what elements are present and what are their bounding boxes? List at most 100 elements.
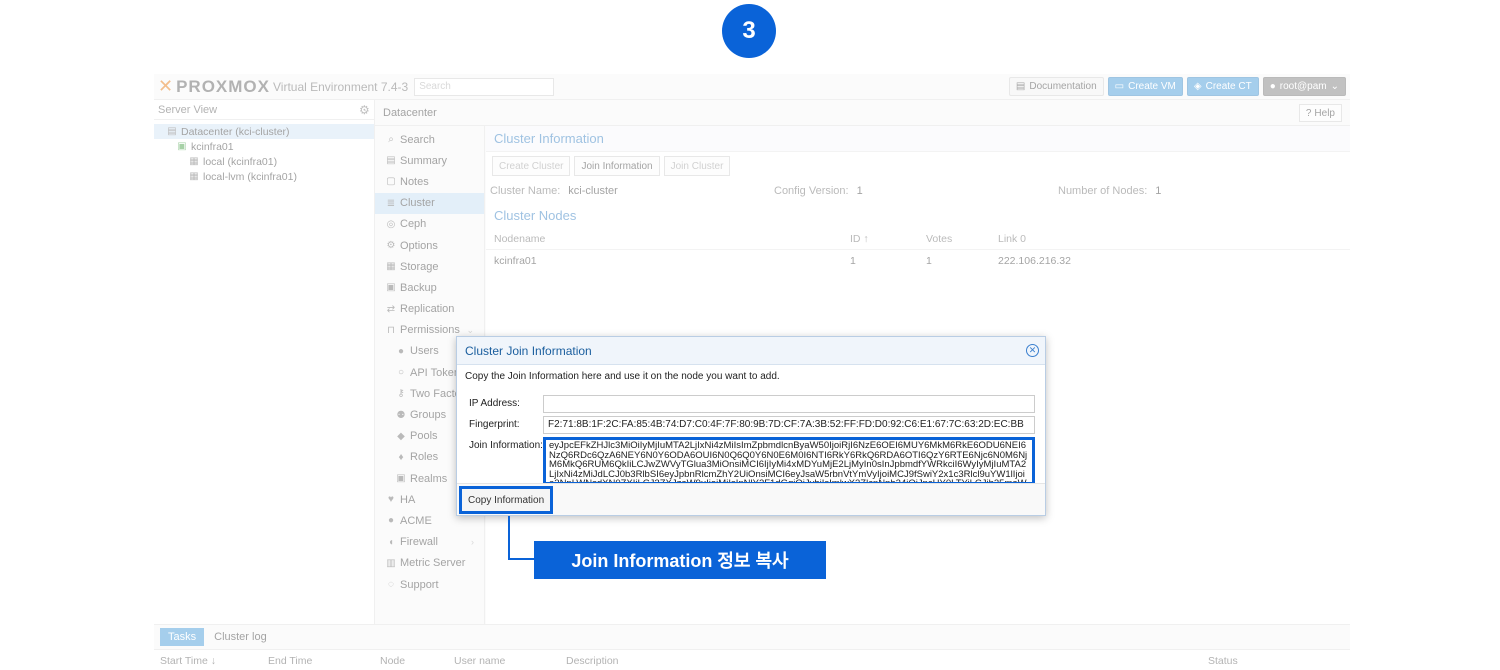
address-book-icon: ▣	[396, 473, 406, 485]
create-cluster-button[interactable]: Create Cluster	[492, 156, 571, 176]
col-id[interactable]: ID ↑	[850, 233, 869, 245]
col-start-time[interactable]: Start Time ↓	[160, 655, 216, 667]
heartbeat-icon: ♥	[388, 494, 394, 506]
menu-item-ceph[interactable]: ◎ Ceph	[375, 214, 484, 235]
gear-icon[interactable]: ⚙	[359, 103, 370, 117]
tree-item-storage-lvm[interactable]: ▦ local-lvm (kcinfra01)	[154, 169, 374, 184]
task-grid-header: Start Time ↓ End Time Node User name Des…	[154, 649, 1350, 670]
menu-item-metric-server[interactable]: ▥ Metric Server	[375, 553, 484, 574]
callout-label: Join Information 정보 복사	[534, 541, 826, 579]
join-info-dialog: Cluster Join Information ✕ Copy the Join…	[456, 336, 1046, 516]
dialog-title: Cluster Join Information ✕	[457, 337, 1045, 365]
config-version-label: Config Version:	[774, 185, 849, 197]
cluster-name-value: kci-cluster	[568, 185, 618, 197]
users-icon: ⚉	[396, 409, 406, 421]
tree-item-node[interactable]: ▣ kcinfra01	[154, 139, 374, 154]
cluster-info-title: Cluster Information	[486, 126, 1350, 152]
cube-icon: ◈	[1193, 81, 1202, 92]
comments-icon: ◌	[388, 579, 394, 591]
tree-item-storage-local[interactable]: ▦ local (kcinfra01)	[154, 154, 374, 169]
create-vm-button[interactable]: ▭ Create VM	[1107, 77, 1183, 96]
ceph-icon: ◎	[386, 218, 396, 230]
server-icon: ≣	[386, 197, 396, 209]
notes-icon: ▢	[386, 176, 396, 188]
certificate-icon: ●	[387, 515, 395, 527]
menu-item-cluster[interactable]: ≣ Cluster	[375, 192, 484, 214]
key-icon: ⚷	[397, 388, 405, 400]
node-count-label: Number of Nodes:	[1058, 185, 1148, 197]
chevron-down-icon: ⌄	[466, 324, 474, 335]
menu-item-notes[interactable]: ▢ Notes	[375, 171, 484, 192]
help-button[interactable]: ? Help	[1298, 104, 1342, 122]
create-ct-button[interactable]: ◈ Create CT	[1186, 77, 1259, 96]
table-row[interactable]: kcinfra01 1 1 222.106.216.32	[486, 250, 1350, 272]
dialog-description: Copy the Join Information here and use i…	[465, 371, 780, 382]
col-votes[interactable]: Votes	[926, 233, 952, 245]
node-icon: ▣	[177, 141, 187, 152]
join-information-label: Join Information:	[469, 440, 543, 451]
step-badge: 3	[722, 4, 776, 58]
dialog-footer: Copy Information	[457, 483, 1045, 515]
tab-cluster-log[interactable]: Cluster log	[214, 631, 267, 643]
menu-item-storage[interactable]: ▦ Storage	[375, 256, 484, 277]
menu-item-backup[interactable]: ▣ Backup	[375, 277, 484, 298]
tree-item-datacenter[interactable]: ▤ Datacenter (kci-cluster)	[154, 124, 374, 139]
fingerprint-field[interactable]: F2:71:8B:1F:2C:FA:85:4B:74:D7:C0:4F:7F:8…	[543, 416, 1035, 434]
task-panel: Tasks Cluster log Start Time ↓ End Time …	[154, 624, 1350, 670]
cluster-info-row: Cluster Name: kci-cluster Config Version:…	[486, 180, 1350, 202]
proxmox-x-icon: ✕	[158, 76, 174, 96]
monitor-icon: ▭	[1114, 81, 1125, 92]
page-title: Datacenter	[383, 106, 437, 119]
menu-item-search[interactable]: ⌕ Search	[375, 129, 484, 150]
copy-information-button[interactable]: Copy Information	[459, 486, 554, 514]
ip-address-field[interactable]	[543, 395, 1035, 413]
join-information-textarea[interactable]: eyJpcEFkZHJlc3MiOiIyMjIuMTA2LjIxNi4zMiIs…	[543, 437, 1035, 485]
search-icon: ⌕	[388, 134, 394, 146]
chevron-down-icon: ⌄	[1330, 81, 1339, 92]
col-link0[interactable]: Link 0	[998, 233, 1026, 245]
fingerprint-label: Fingerprint:	[469, 419, 520, 430]
node-count-value: 1	[1155, 185, 1162, 197]
chevron-right-icon: ›	[471, 537, 474, 548]
user-icon: ●	[1269, 81, 1276, 92]
menu-item-summary[interactable]: ▤ Summary	[375, 150, 484, 171]
close-icon[interactable]: ✕	[1026, 344, 1039, 357]
join-cluster-button[interactable]: Join Cluster	[663, 156, 731, 176]
join-information-button[interactable]: Join Information	[574, 156, 660, 176]
col-user[interactable]: User name	[454, 655, 505, 667]
cluster-toolbar: Create Cluster Join Information Join Clu…	[486, 152, 1350, 180]
proxmox-logo: ✕ PROXMOX Virtual Environment 7.4-3	[154, 74, 408, 100]
book-icon: ▤	[1015, 81, 1026, 92]
documentation-button[interactable]: ▤ Documentation	[1008, 77, 1104, 96]
database-icon: ▦	[386, 261, 396, 273]
col-end-time[interactable]: End Time	[268, 655, 312, 667]
col-description[interactable]: Description	[566, 655, 619, 667]
floppy-icon: ▣	[386, 282, 396, 294]
cluster-name-label: Cluster Name:	[490, 185, 561, 197]
database-icon: ▦	[189, 171, 199, 182]
tab-tasks[interactable]: Tasks	[160, 628, 205, 646]
nodes-grid-header: Nodename ID ↑ Votes Link 0	[486, 228, 1350, 250]
unlock-icon: ⊓	[387, 324, 395, 336]
col-nodename[interactable]: Nodename	[494, 233, 545, 245]
col-node[interactable]: Node	[380, 655, 405, 667]
col-status[interactable]: Status	[1208, 655, 1238, 667]
user-menu-button[interactable]: ● root@pam ⌄	[1262, 77, 1346, 96]
server-view-select[interactable]: Server View ⌄	[154, 100, 374, 120]
retweet-icon: ⇄	[386, 303, 396, 315]
shield-icon: ◖	[387, 536, 395, 548]
cluster-nodes-title: Cluster Nodes	[486, 202, 1350, 228]
menu-item-options[interactable]: ⚙ Options	[375, 235, 484, 256]
bar-chart-icon: ▥	[386, 557, 396, 569]
datacenter-header: Datacenter ? Help	[375, 100, 1350, 126]
product-version: Virtual Environment 7.4-3	[273, 79, 409, 94]
menu-item-firewall[interactable]: ◖ Firewall ›	[375, 532, 484, 553]
menu-item-support[interactable]: ◌ Support	[375, 574, 484, 595]
tags-icon: ◆	[397, 430, 405, 442]
resource-tree: Server View ⌄ ⚙ ▤ Datacenter (kci-cluster…	[154, 100, 375, 624]
user-icon: ●	[397, 345, 405, 357]
search-input[interactable]: Search	[414, 77, 555, 96]
male-icon: ♦	[398, 451, 404, 463]
menu-item-replication[interactable]: ⇄ Replication	[375, 299, 484, 320]
ip-address-label: IP Address:	[469, 398, 520, 409]
